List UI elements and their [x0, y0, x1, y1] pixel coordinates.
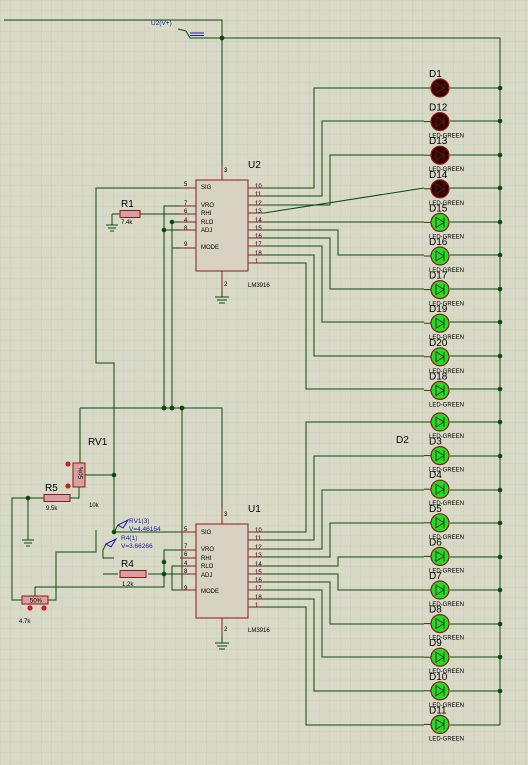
- led-bank-bottom-label: D2: [396, 435, 409, 446]
- led-lens: [430, 179, 450, 199]
- u2-out-18: 18: [255, 251, 262, 257]
- u1-out-10: 10: [255, 528, 262, 534]
- led-lens: [430, 446, 450, 466]
- led-lens: [430, 145, 450, 165]
- u2-pin-mode: MODE: [201, 245, 219, 251]
- led-lens: [430, 347, 450, 367]
- grid: [0, 0, 528, 765]
- led-lens: [430, 647, 450, 667]
- u2-out-12: 12: [255, 201, 262, 207]
- r1-value: 7.4k: [121, 220, 133, 226]
- u2-pin-adj: ADJ: [201, 228, 212, 234]
- led-ref: D5: [429, 504, 442, 515]
- junction: [219, 35, 225, 41]
- r5-value: 9.5k: [46, 506, 58, 512]
- led-ref: D9: [429, 638, 442, 649]
- u1-pin-mode: MODE: [201, 589, 219, 595]
- led-lens: [430, 313, 450, 333]
- led-lens: [430, 681, 450, 701]
- led-ref: D3: [429, 437, 442, 448]
- led-ref: D1: [429, 69, 442, 80]
- r4-ref: R4: [121, 559, 134, 570]
- u1-out-17: 17: [255, 586, 262, 592]
- u1-part: LM3916: [248, 628, 270, 634]
- led-lens: [430, 246, 450, 266]
- u1-pin-sig: SIG: [201, 530, 212, 536]
- u2-pin-vro: VRO: [201, 203, 214, 209]
- led-lens: [430, 546, 450, 567]
- rv1-value: 10k: [89, 503, 100, 509]
- schematic-sheet: U2(V+) U2 LM3916 SIG VRO RHI RLO ADJ MOD…: [0, 0, 528, 765]
- u1-out-14: 14: [255, 562, 262, 568]
- led-ref: D19: [429, 304, 448, 315]
- led-lens: [430, 479, 450, 499]
- u2-pin-rhi: RHI: [201, 211, 212, 217]
- led-ref: D15: [429, 203, 448, 214]
- led-type: LED-GREEN: [429, 736, 464, 742]
- u2-out-14: 14: [255, 218, 262, 224]
- u2-pin-rlo: RLO: [201, 220, 214, 226]
- u1-out-18: 18: [255, 595, 262, 601]
- r5-ref: R5: [45, 483, 58, 494]
- led-ref: D11: [429, 705, 447, 716]
- led-ref: D4: [429, 470, 442, 481]
- u1-out-16: 16: [255, 578, 262, 584]
- rv1-ref: RV1: [88, 437, 108, 448]
- u1-pin-adj: ADJ: [201, 573, 212, 579]
- u1-out-13: 13: [255, 553, 262, 559]
- u2-out-10: 10: [255, 184, 262, 190]
- u2-out-11: 11: [255, 192, 262, 198]
- led-ref: D6: [429, 537, 442, 548]
- rv1-body-text: 50%: [79, 466, 85, 479]
- u1-pin-vro: VRO: [201, 547, 214, 553]
- schematic-canvas: U2(V+) U2 LM3916 SIG VRO RHI RLO ADJ MOD…: [0, 0, 528, 765]
- led-lens: [430, 380, 450, 400]
- u1-out-12: 12: [255, 545, 262, 551]
- led-lens: [430, 212, 450, 232]
- led-ref: D13: [429, 136, 448, 147]
- u2-out-16: 16: [255, 234, 262, 240]
- led-ref: D12: [429, 103, 448, 114]
- probe-r4-reading: V=3.66266: [121, 543, 153, 550]
- led-ref: D17: [429, 271, 448, 282]
- led-lens: [430, 111, 450, 132]
- r4-value: 1.2k: [122, 582, 134, 588]
- u2-pin-sig: SIG: [201, 185, 212, 191]
- r1-ref: R1: [121, 199, 134, 210]
- probe-rv1-label: RV1(3): [129, 518, 149, 525]
- led-type: LED-GREEN: [429, 402, 464, 408]
- pot-4k7-body-text: 50%: [30, 599, 43, 605]
- u1-pin-rlo: RLO: [201, 564, 214, 570]
- u2-part: LM3916: [248, 283, 270, 289]
- led-ref: D20: [429, 338, 448, 349]
- led-lens: [430, 513, 450, 533]
- u2-out-15: 15: [255, 226, 262, 232]
- u1-ref: U1: [248, 504, 261, 515]
- led-lens: [430, 714, 450, 735]
- led-ref: D18: [429, 371, 448, 382]
- u1-out-15: 15: [255, 570, 262, 576]
- pot-4k7-value: 4.7k: [19, 619, 31, 625]
- u2-out-13: 13: [255, 209, 262, 215]
- u2-out-17: 17: [255, 242, 262, 248]
- led-lens: [430, 580, 450, 600]
- u1-pin-rhi: RHI: [201, 556, 212, 562]
- led-ref: D14: [429, 170, 448, 181]
- led-lens: [430, 78, 450, 98]
- led-ref: D7: [429, 571, 442, 582]
- led-ref: D16: [429, 237, 448, 248]
- u1-out-11: 11: [255, 536, 262, 542]
- led-lens: [430, 412, 450, 432]
- power-label: U2(V+): [151, 20, 172, 27]
- probe-r4-label: R4(1): [121, 535, 137, 542]
- led-lens: [430, 613, 450, 634]
- led-lens: [430, 280, 450, 300]
- led-ref: D8: [429, 605, 442, 616]
- u2-ref: U2: [248, 160, 261, 171]
- led-ref: D10: [429, 672, 448, 683]
